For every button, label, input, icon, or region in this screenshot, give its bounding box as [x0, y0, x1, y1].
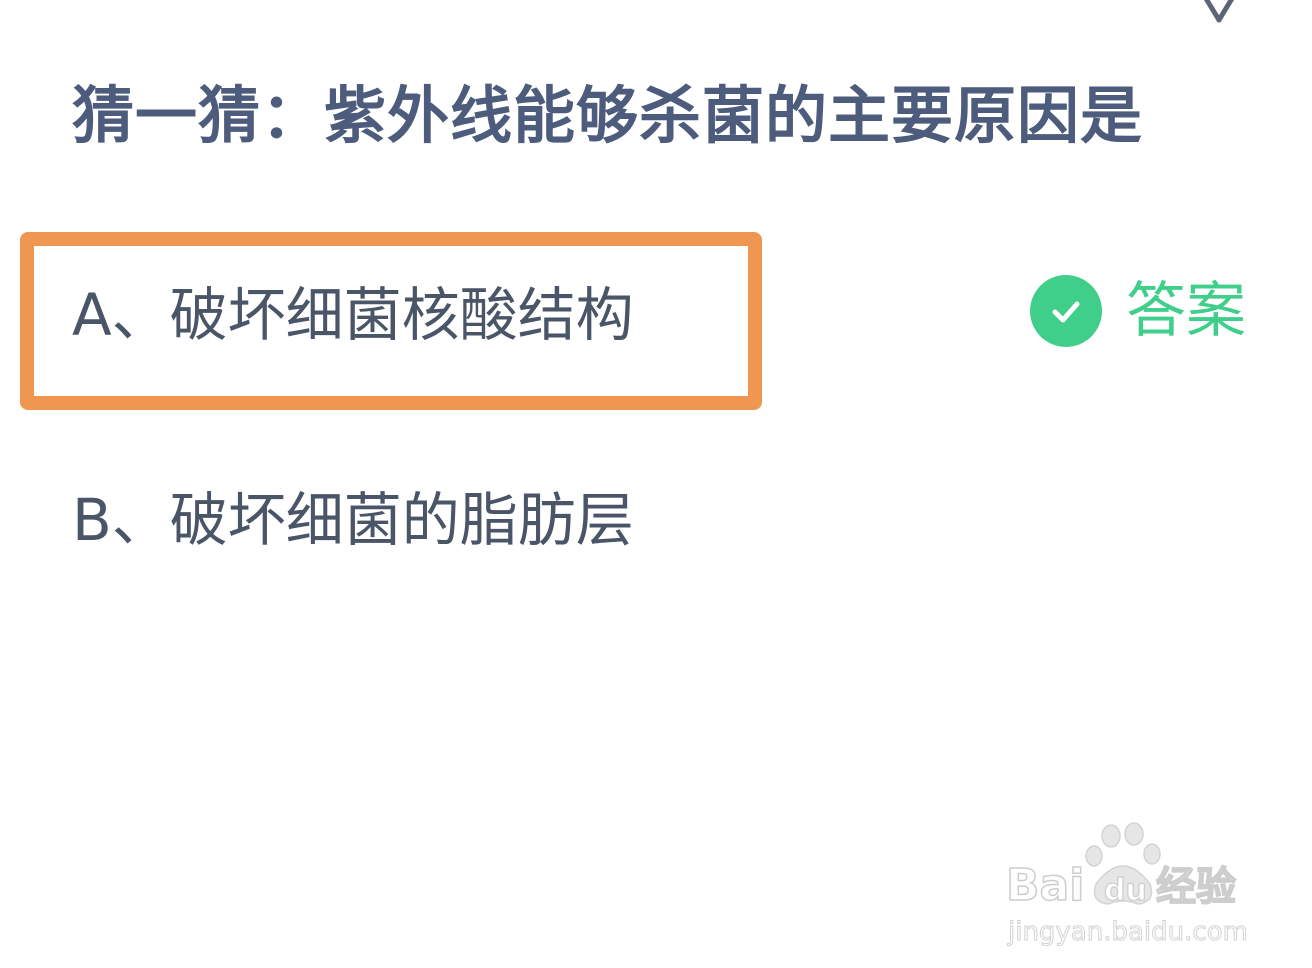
svg-text:Bai: Bai — [1006, 860, 1084, 911]
check-circle-icon — [1030, 275, 1102, 347]
quiz-page: 猜一猜：紫外线能够杀菌的主要原因是 A、破坏细菌核酸结构 答案 B、破坏细菌的脂… — [0, 0, 1312, 968]
svg-text:du: du — [1104, 873, 1147, 908]
option-a[interactable]: A、破坏细菌核酸结构 — [72, 280, 634, 350]
svg-text:经验: 经验 — [1156, 864, 1236, 910]
close-button[interactable] — [1186, 0, 1252, 26]
close-icon — [1203, 0, 1235, 23]
option-b[interactable]: B、破坏细菌的脂肪层 — [72, 485, 634, 555]
answer-badge[interactable]: 答案 — [1030, 274, 1246, 348]
question-title: 猜一猜：紫外线能够杀菌的主要原因是 — [72, 79, 1144, 152]
baidu-jingyan-watermark: Bai du 经验 jingyan.baidu.com — [1005, 822, 1248, 952]
answer-label: 答案 — [1126, 276, 1246, 346]
svg-text:jingyan.baidu.com: jingyan.baidu.com — [1007, 917, 1246, 947]
